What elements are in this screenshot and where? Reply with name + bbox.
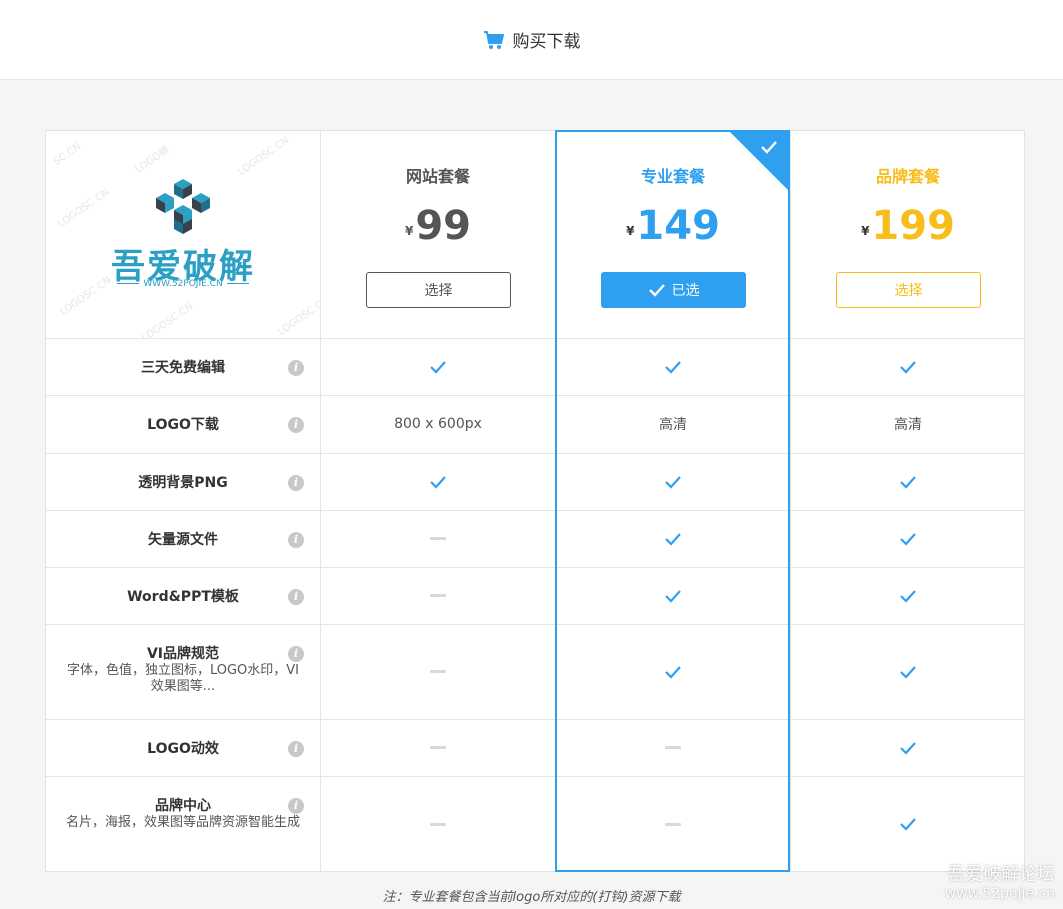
feature-label: Word&PPT模板 <box>127 589 239 605</box>
check-icon <box>791 624 1025 719</box>
plan-price: ¥199 <box>861 203 955 249</box>
feature-label: VI品牌规范 字体，色值，独立图标，LOGO水印，VI效果图等... <box>46 643 320 695</box>
cube-logo-icon <box>156 179 210 234</box>
plan-name: 品牌套餐 <box>875 167 940 186</box>
dash-icon <box>321 776 555 872</box>
select-brand-plan-button[interactable]: 选择 <box>836 272 981 308</box>
check-icon <box>791 567 1025 624</box>
check-icon <box>791 776 1025 872</box>
watermark-text: LOGOSC.CN <box>140 300 196 338</box>
plan-website: 网站套餐 ¥99 选择 <box>321 131 555 338</box>
watermark-text: LOGO牌 <box>133 144 172 176</box>
dash-icon <box>321 567 555 624</box>
feature-label: 三天免费编辑 <box>141 360 225 376</box>
info-icon[interactable]: i <box>288 589 304 605</box>
feature-description: 字体，色值，独立图标，LOGO水印，VI效果图等... <box>66 663 300 694</box>
dash-icon <box>321 510 555 567</box>
page-title: 购买下载 <box>512 32 581 52</box>
check-icon <box>791 338 1025 395</box>
feature-label: 透明背景PNG <box>138 475 228 491</box>
dash-icon <box>321 624 555 719</box>
site-watermark: 吾爱破解论坛 www.52pojie.cn <box>944 864 1055 902</box>
feature-label: LOGO动效 <box>147 741 219 757</box>
info-icon[interactable]: i <box>288 798 304 814</box>
shopping-cart-icon <box>483 30 504 49</box>
watermark-text: LOGOSC.CN <box>56 186 112 231</box>
footnote: 注：专业套餐包含当前logo所对应的(打钩)资源下载 <box>382 890 681 905</box>
feature-value: 高清 <box>894 417 922 433</box>
feature-value: 800 x 600px <box>394 416 482 432</box>
check-icon <box>791 719 1025 776</box>
info-icon[interactable]: i <box>288 646 304 662</box>
check-icon <box>791 510 1025 567</box>
selected-corner-badge <box>730 132 788 190</box>
select-website-plan-button[interactable]: 选择 <box>366 272 511 308</box>
watermark-text: LOGOSC.CN <box>276 294 320 338</box>
logo-preview: SC.CN LOGO牌 LOGOSC.CN LOGOSC.CN LOGOSC.C… <box>46 131 320 338</box>
info-icon[interactable]: i <box>288 741 304 757</box>
check-icon <box>321 453 555 510</box>
info-icon[interactable]: i <box>288 360 304 376</box>
info-icon[interactable]: i <box>288 475 304 491</box>
info-icon[interactable]: i <box>288 417 304 433</box>
dash-icon <box>321 719 555 776</box>
watermark-text: SC.CN <box>51 141 84 168</box>
check-icon <box>761 141 777 154</box>
feature-label: 品牌中心 名片，海报，效果图等品牌资源智能生成 <box>46 795 320 831</box>
feature-label: 矢量源文件 <box>148 532 218 548</box>
check-icon <box>791 453 1025 510</box>
plan-brand: 品牌套餐 ¥199 选择 <box>791 131 1025 338</box>
feature-label: LOGO下载 <box>147 417 219 433</box>
page-header: 购买下载 <box>0 0 1063 80</box>
plan-price: ¥99 <box>404 203 472 249</box>
feature-description: 名片，海报，效果图等品牌资源智能生成 <box>65 815 300 830</box>
watermark-text: LOGOSC.CN <box>236 134 292 179</box>
info-icon[interactable]: i <box>288 532 304 548</box>
brand-url: WWW.52POJIE.CN <box>46 279 320 289</box>
selected-plan-highlight <box>555 130 790 872</box>
pricing-table: SC.CN LOGO牌 LOGOSC.CN LOGOSC.CN LOGOSC.C… <box>45 130 1025 872</box>
check-icon <box>321 338 555 395</box>
plan-name: 网站套餐 <box>405 167 470 186</box>
